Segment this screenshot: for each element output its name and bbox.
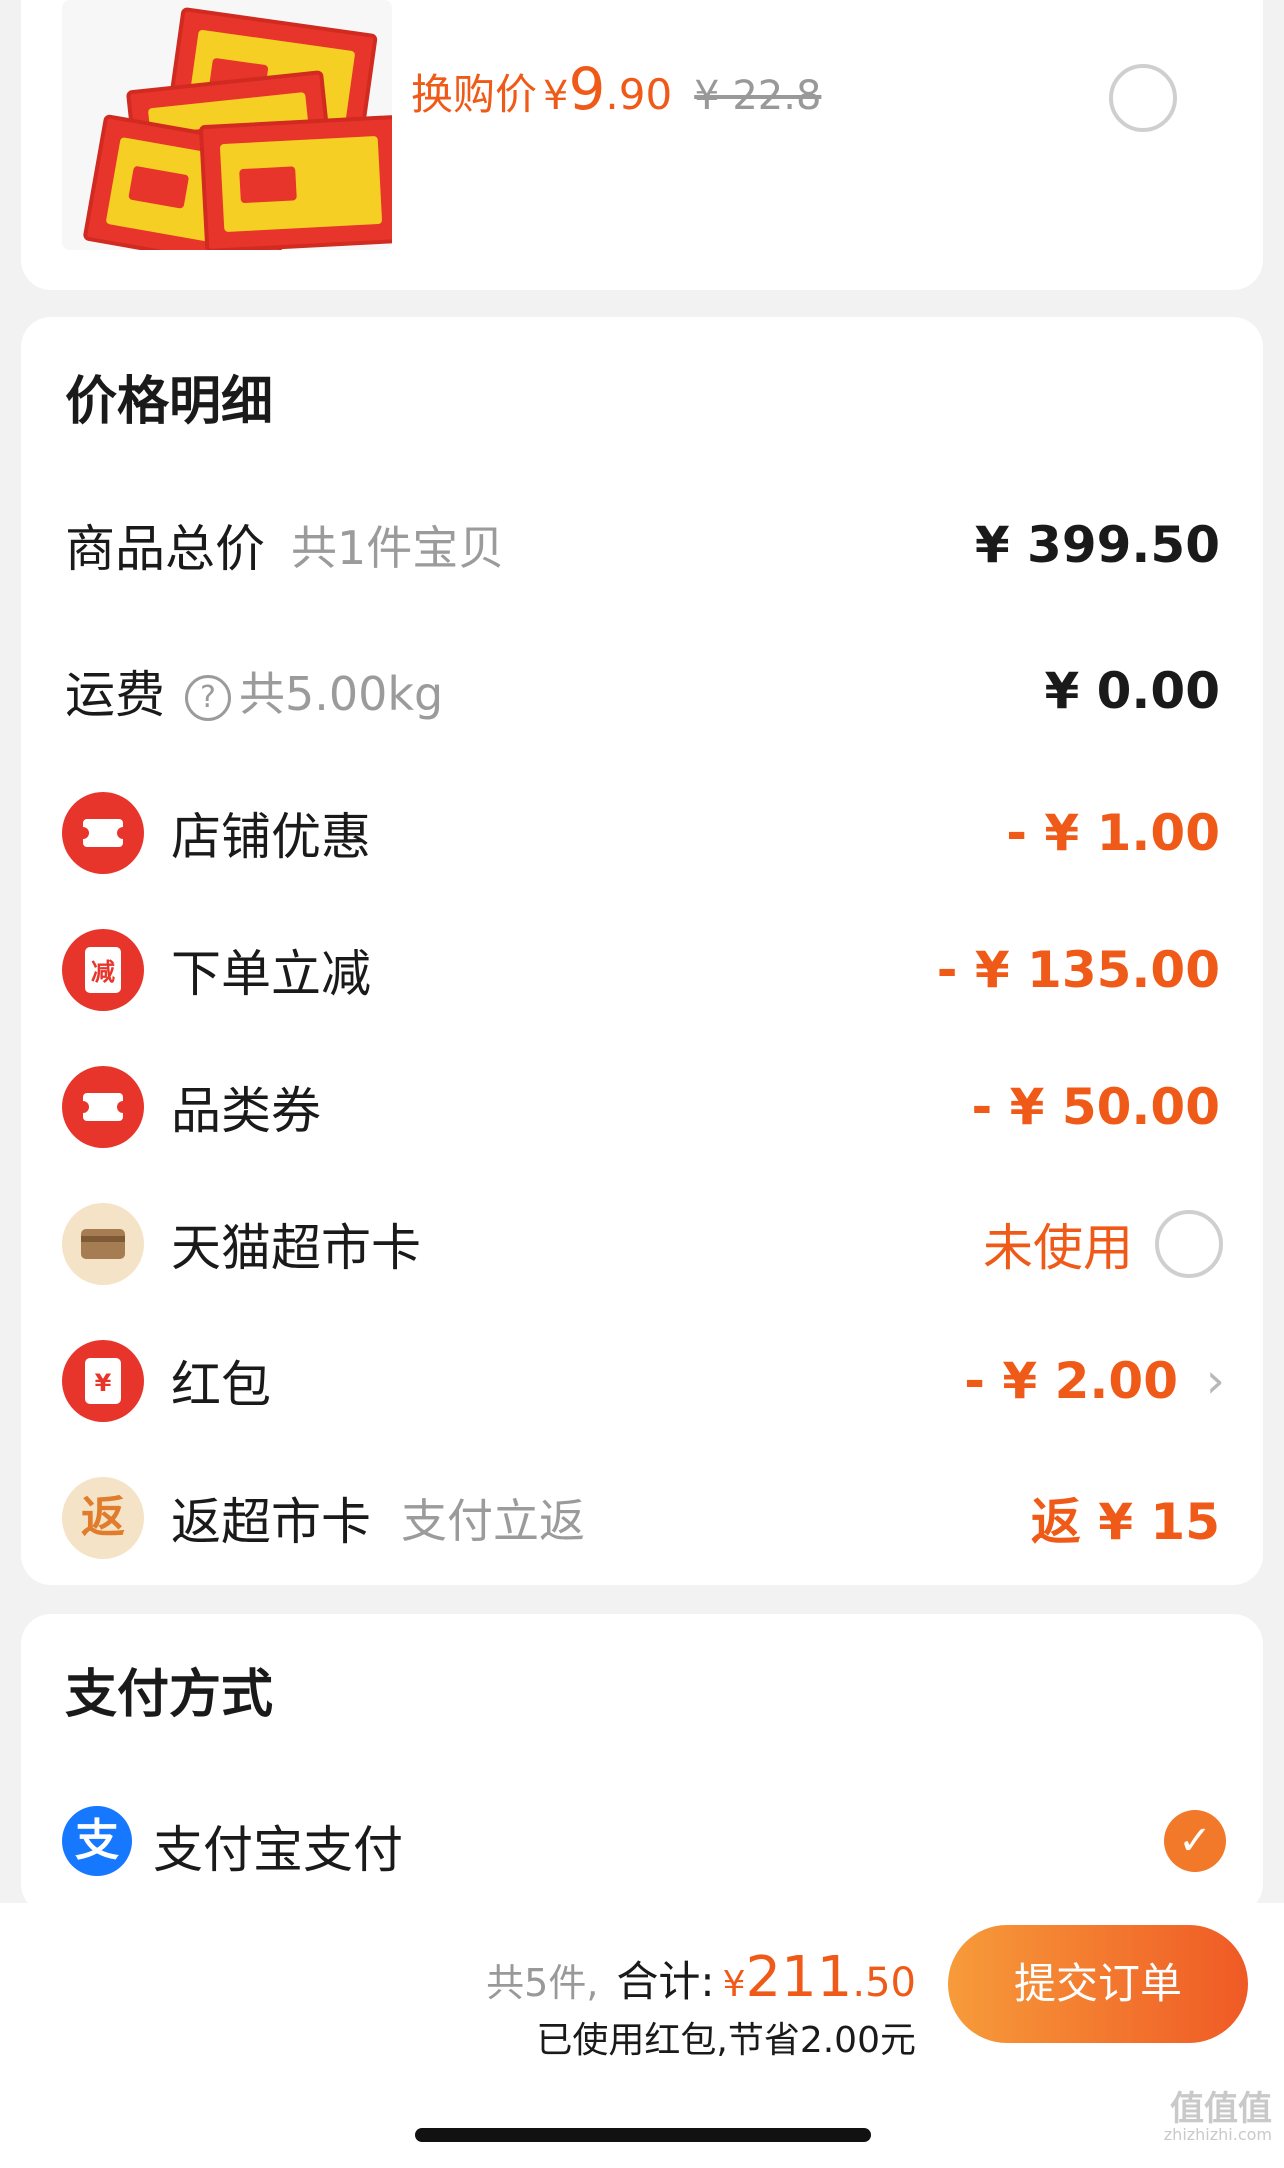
submit-bar: 共5件, 合计: ¥211.50 已使用红包,节省2.00元 提交订单 值值值 zh…: [0, 1903, 1284, 2168]
product-image[interactable]: [62, 0, 392, 250]
category-coupon-amount: - ¥ 50.00: [971, 1078, 1220, 1136]
shipping-row: 运费 ? 共5.00kg ¥ 0.00: [21, 641, 1263, 741]
subtotal-label: 商品总价: [65, 520, 265, 578]
instant-discount-row[interactable]: 减 下单立减 - ¥ 135.00: [21, 920, 1263, 1020]
payment-title: 支付方式: [65, 1665, 274, 1725]
red-packet-row[interactable]: ¥ 红包 - ¥ 2.00 ›: [21, 1331, 1263, 1431]
total-int: 211: [745, 1945, 853, 2010]
payment-method-card: 支付方式 支 支付宝支付 ✓: [21, 1614, 1263, 1914]
cashback-card-label: 返超市卡: [171, 1493, 371, 1551]
subtotal-row: 商品总价 共1件宝贝 ¥ 399.50: [21, 495, 1263, 595]
price-detail-title: 价格明细: [65, 372, 274, 432]
saving-note: 已使用红包,节省2.00元: [536, 2020, 916, 2061]
instant-discount-label: 下单立减: [171, 945, 371, 1003]
original-price: ¥ 22.8: [694, 73, 822, 119]
swap-price-int: 9: [568, 55, 606, 123]
tmall-card-radio[interactable]: [1155, 1210, 1223, 1278]
swap-price-label: 换购价: [411, 70, 538, 119]
cashback-icon: 返: [62, 1477, 144, 1559]
instant-discount-amount: - ¥ 135.00: [936, 941, 1220, 999]
total-dec: .50: [852, 1960, 916, 2006]
total-label: 合计:: [616, 1957, 715, 2006]
alipay-check-icon[interactable]: ✓: [1164, 1810, 1226, 1872]
swap-price-currency: ¥: [543, 73, 569, 119]
red-packet-label: 红包: [171, 1356, 271, 1414]
red-packet-amount: - ¥ 2.00: [964, 1352, 1178, 1410]
shipping-weight-text: 共5.00kg: [239, 667, 444, 721]
red-packet-icon: ¥: [62, 1340, 144, 1422]
coupon-icon: [62, 792, 144, 874]
shop-discount-amount: - ¥ 1.00: [1006, 804, 1220, 862]
gift-card-icon: [62, 1203, 144, 1285]
price-detail-card: 价格明细 商品总价 共1件宝贝 ¥ 399.50 运费 ? 共5.00kg ¥ 0…: [21, 317, 1263, 1585]
shop-discount-row[interactable]: 店铺优惠 - ¥ 1.00: [21, 783, 1263, 883]
order-total: 共5件, 合计: ¥211.50: [486, 1945, 916, 2010]
shop-discount-label: 店铺优惠: [171, 808, 371, 866]
item-count: 共5件,: [486, 1961, 599, 2005]
home-indicator[interactable]: [415, 2128, 871, 2142]
alipay-label[interactable]: 支付宝支付: [153, 1810, 403, 1882]
subtotal-amount: ¥ 399.50: [974, 516, 1220, 574]
coupon-icon: [62, 1066, 144, 1148]
product-select-radio[interactable]: [1109, 64, 1177, 132]
watermark-domain: zhizhizhi.com: [1163, 2125, 1272, 2144]
category-coupon-row[interactable]: 品类券 - ¥ 50.00: [21, 1057, 1263, 1157]
subtotal-count: 共1件宝贝: [291, 521, 505, 575]
chevron-right-icon[interactable]: ›: [1206, 1353, 1225, 1409]
product-card: 换购价 ¥9.90 ¥ 22.8: [21, 0, 1263, 290]
discount-pouch-icon: 减: [62, 929, 144, 1011]
tmall-card-row[interactable]: 天猫超市卡 未使用: [21, 1194, 1263, 1294]
cashback-card-amount: 返 ¥ 15: [1030, 1493, 1220, 1551]
watermark-logo: 值值值: [1170, 2089, 1272, 2129]
tmall-card-label: 天猫超市卡: [171, 1219, 421, 1277]
cashback-card-note: 支付立返: [401, 1494, 585, 1548]
cashback-card-row: 返 返超市卡 支付立返 返 ¥ 15: [21, 1468, 1263, 1568]
swap-price-dec: .90: [605, 70, 673, 119]
help-icon[interactable]: ?: [185, 674, 231, 721]
total-currency: ¥: [722, 1964, 746, 2005]
shipping-weight: ? 共5.00kg: [185, 658, 443, 724]
alipay-icon: 支: [62, 1806, 132, 1876]
submit-order-button[interactable]: 提交订单: [948, 1925, 1248, 2043]
swap-price: 换购价 ¥9.90 ¥ 22.8: [411, 55, 821, 123]
shipping-amount: ¥ 0.00: [1044, 662, 1220, 720]
tmall-card-status: 未使用: [983, 1219, 1133, 1277]
shipping-label: 运费: [65, 666, 165, 724]
category-coupon-label: 品类券: [171, 1082, 321, 1140]
